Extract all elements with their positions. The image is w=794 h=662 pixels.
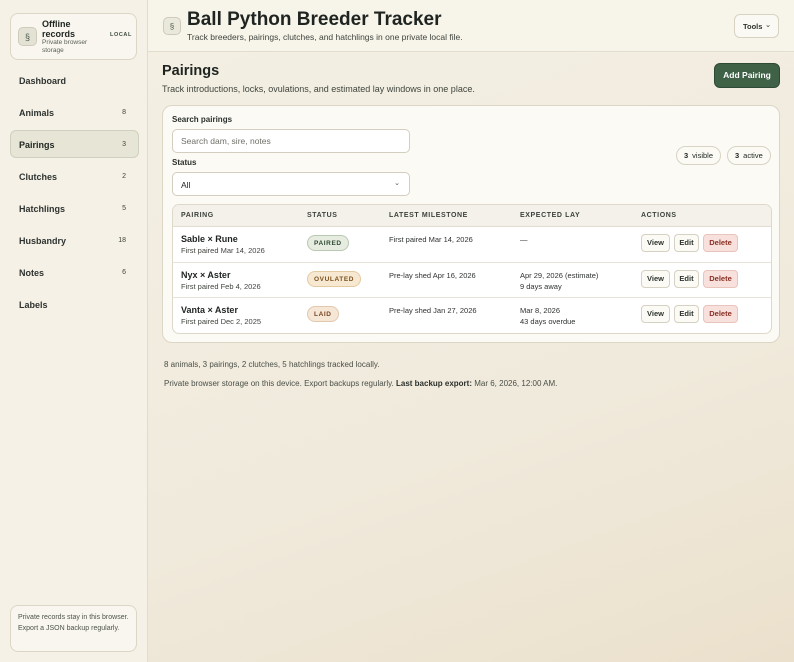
- sidebar-item-count: 5: [122, 205, 126, 212]
- active-count-pill: 3 active: [727, 146, 771, 165]
- sidebar-item-label: Animals: [19, 108, 55, 118]
- expected-lay: Mar 8, 2026: [520, 306, 561, 315]
- sidebar-item-pairings[interactable]: Pairings 3: [10, 130, 139, 158]
- pairing-name: Sable × Rune: [181, 234, 238, 244]
- backup-value: Mar 6, 2026, 12:00 AM.: [474, 379, 558, 388]
- status-badge: OVULATED: [307, 270, 362, 287]
- edit-button[interactable]: Edit: [674, 269, 699, 288]
- visible-count-pill: 3 visible: [676, 146, 722, 165]
- visible-count: 3: [684, 151, 689, 160]
- sidebar-item-count: 2: [122, 173, 126, 180]
- status-label: Status: [172, 158, 197, 167]
- records-summary: 8 animals, 3 pairings, 2 clutches, 5 hat…: [164, 360, 380, 369]
- view-button[interactable]: View: [641, 234, 670, 252]
- pairing-name: Vanta × Aster: [181, 305, 238, 315]
- pairing-date: First paired Mar 14, 2026: [181, 246, 265, 255]
- search-label: Search pairings: [172, 115, 233, 124]
- sidebar-item-clutches[interactable]: Clutches 2: [10, 162, 139, 190]
- expected-lay: Apr 29, 2026 (estimate): [520, 270, 599, 280]
- search-input[interactable]: [172, 129, 410, 153]
- column-header-expected-lay: EXPECTED LAY: [520, 212, 581, 219]
- sidebar-item-count: 18: [118, 237, 126, 244]
- pairing-name: Nyx × Aster: [181, 269, 231, 280]
- app-subtitle: Track breeders, pairings, clutches, and …: [187, 32, 463, 42]
- sidebar-item-dashboard[interactable]: Dashboard: [10, 66, 139, 94]
- snake-icon: §: [163, 17, 181, 35]
- edit-button[interactable]: Edit: [674, 305, 699, 323]
- sidebar-item-count: 6: [122, 269, 126, 276]
- table-header: PAIRING STATUS LATEST MILESTONE EXPECTED…: [173, 205, 771, 227]
- delete-button[interactable]: Delete: [703, 269, 738, 288]
- backup-label: Last backup export:: [395, 379, 472, 388]
- status-select-value: All: [181, 180, 191, 190]
- sidebar-item-label: Dashboard: [19, 76, 67, 86]
- sidebar-item-notes[interactable]: Notes 6: [10, 258, 139, 286]
- sidebar-nav: Dashboard Animals 8 Pairings 3 Clutches …: [10, 66, 139, 322]
- sidebar-item-count: 3: [122, 141, 126, 148]
- privacy-note: Private records stay in this browser. Ex…: [10, 605, 137, 652]
- expected-lay-relative: 43 days overdue: [520, 317, 576, 326]
- table-row: Vanta × Aster First paired Dec 2, 2025 L…: [173, 298, 771, 333]
- column-header-status: STATUS: [307, 212, 338, 219]
- sidebar-item-count: 8: [122, 109, 126, 116]
- view-button[interactable]: View: [641, 305, 670, 323]
- app-title: Ball Python Breeder Tracker: [187, 9, 442, 30]
- page-title: Pairings: [162, 63, 220, 79]
- visible-label: visible: [692, 151, 714, 160]
- view-button[interactable]: View: [641, 269, 670, 288]
- sidebar: § Offline records Private browser storag…: [0, 0, 148, 662]
- tools-label: Tools: [743, 22, 763, 31]
- chevron-down-icon: ⌄: [765, 22, 771, 29]
- column-header-milestone: LATEST MILESTONE: [389, 212, 468, 219]
- latest-milestone: First paired Mar 14, 2026: [389, 235, 473, 244]
- column-header-pairing: PAIRING: [181, 212, 214, 219]
- active-label: active: [743, 151, 763, 160]
- expected-lay-relative: 9 days away: [520, 281, 562, 291]
- snake-icon: §: [18, 27, 37, 46]
- status-badge: PAIRED: [307, 235, 349, 251]
- sidebar-item-animals[interactable]: Animals 8: [10, 98, 139, 126]
- main-content: Pairings Track introductions, locks, ovu…: [148, 53, 794, 662]
- brand-card: § Offline records Private browser storag…: [10, 13, 137, 60]
- local-badge: LOCAL: [110, 32, 132, 38]
- brand-title: Offline records: [42, 19, 76, 39]
- chevron-down-icon: ⌄: [394, 180, 400, 187]
- active-count: 3: [735, 151, 740, 160]
- app-header: § Ball Python Breeder Tracker Track bree…: [148, 0, 794, 52]
- sidebar-item-husbandry[interactable]: Husbandry 18: [10, 226, 139, 254]
- status-select[interactable]: All ⌄: [172, 172, 410, 196]
- delete-button[interactable]: Delete: [703, 234, 738, 252]
- latest-milestone: Pre-lay shed Apr 16, 2026: [389, 270, 476, 280]
- pairings-card: Search pairings Status All ⌄ 3visible 3a…: [162, 105, 780, 343]
- expected-lay: —: [520, 235, 528, 244]
- pairing-date: First paired Dec 2, 2025: [181, 317, 262, 326]
- sidebar-item-label: Husbandry: [19, 236, 67, 246]
- table-row: Sable × Rune First paired Mar 14, 2026 P…: [173, 227, 771, 263]
- pairing-date: First paired Feb 4, 2026: [181, 281, 261, 291]
- storage-note: Private browser storage on this device. …: [164, 379, 557, 388]
- status-badge: LAID: [307, 306, 339, 322]
- column-header-actions: ACTIONS: [641, 212, 677, 219]
- sidebar-item-labels[interactable]: Labels: [10, 290, 139, 318]
- sidebar-item-label: Pairings: [19, 140, 55, 150]
- table-row: Nyx × Aster First paired Feb 4, 2026 OVU…: [173, 263, 771, 298]
- edit-button[interactable]: Edit: [674, 234, 699, 252]
- brand-subtitle: Private browser storage: [42, 39, 88, 54]
- sidebar-item-label: Labels: [19, 300, 48, 310]
- add-pairing-button[interactable]: Add Pairing: [714, 63, 780, 88]
- tools-menu-button[interactable]: Tools ⌄: [734, 14, 779, 38]
- delete-button[interactable]: Delete: [703, 305, 738, 323]
- sidebar-item-label: Hatchlings: [19, 204, 66, 214]
- pairings-table: PAIRING STATUS LATEST MILESTONE EXPECTED…: [172, 204, 772, 334]
- sidebar-item-label: Notes: [19, 268, 45, 278]
- sidebar-item-hatchlings[interactable]: Hatchlings 5: [10, 194, 139, 222]
- storage-note-text: Private browser storage on this device. …: [164, 379, 394, 388]
- sidebar-item-label: Clutches: [19, 172, 58, 182]
- latest-milestone: Pre-lay shed Jan 27, 2026: [389, 306, 477, 315]
- page-subtitle: Track introductions, locks, ovulations, …: [162, 84, 475, 94]
